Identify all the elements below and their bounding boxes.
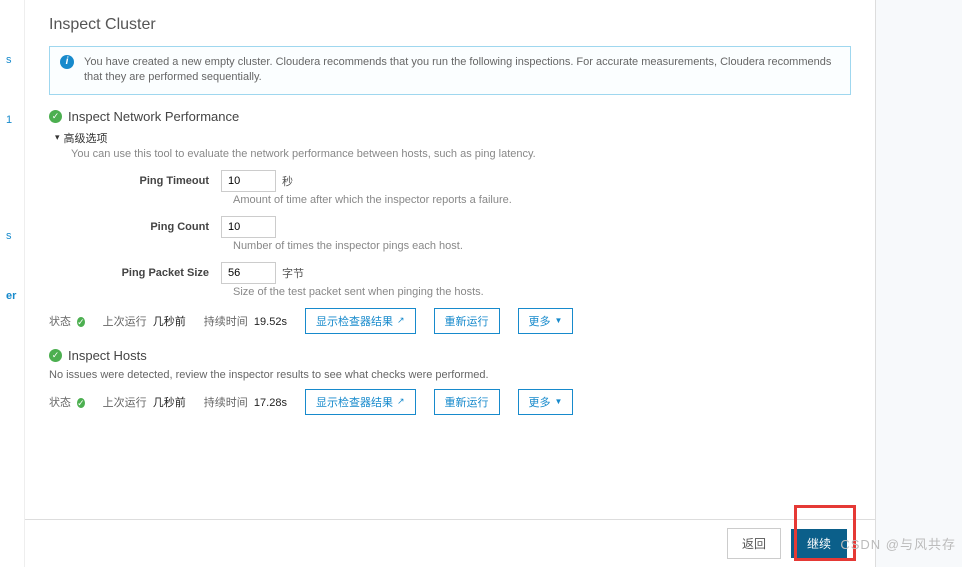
external-link-icon: ↗ xyxy=(397,396,405,407)
ping-timeout-label: Ping Timeout xyxy=(71,175,221,187)
section-hosts-label: Inspect Hosts xyxy=(68,348,147,363)
duration-label: 持续时间 xyxy=(204,397,248,409)
section-hosts-title: ✓ Inspect Hosts xyxy=(49,348,851,363)
status-label: 状态 xyxy=(49,316,71,328)
hosts-desc: No issues were detected, review the insp… xyxy=(49,369,851,381)
info-icon: i xyxy=(60,55,74,69)
check-icon: ✓ xyxy=(77,398,85,408)
info-box: i You have created a new empty cluster. … xyxy=(49,46,851,95)
more-button[interactable]: 更多▼ xyxy=(518,308,574,334)
ping-timeout-input[interactable] xyxy=(221,170,276,192)
continue-button[interactable]: 继续 xyxy=(791,529,847,558)
page-title: Inspect Cluster xyxy=(49,16,851,34)
footer-bar: 返回 继续 xyxy=(25,519,875,567)
ping-packet-unit: 字节 xyxy=(282,265,304,281)
main-panel: Inspect Cluster i You have created a new… xyxy=(25,0,876,567)
rail-item[interactable]: er xyxy=(0,288,24,304)
advanced-options-desc: You can use this tool to evaluate the ne… xyxy=(49,148,851,160)
check-icon: ✓ xyxy=(49,349,62,362)
caret-down-icon: ▼ xyxy=(555,316,563,325)
advanced-options-label: 高级选项 xyxy=(64,130,108,146)
check-icon: ✓ xyxy=(77,317,85,327)
rail-item[interactable]: s xyxy=(0,52,24,68)
last-run-label: 上次运行 xyxy=(103,397,147,409)
duration-value: 17.28s xyxy=(254,397,287,409)
external-link-icon: ↗ xyxy=(397,315,405,326)
rail-item[interactable]: 1 xyxy=(0,112,24,128)
ping-count-label: Ping Count xyxy=(71,221,221,233)
duration-label: 持续时间 xyxy=(204,316,248,328)
hosts-status-row: 状态 ✓ 上次运行 几秒前 持续时间 17.28s 显示检查器结果↗ 重新运行 … xyxy=(49,389,851,415)
section-network-label: Inspect Network Performance xyxy=(68,109,239,124)
ping-count-input[interactable] xyxy=(221,216,276,238)
show-results-button[interactable]: 显示检查器结果↗ xyxy=(305,308,416,334)
last-run-value: 几秒前 xyxy=(153,397,186,409)
section-network-title: ✓ Inspect Network Performance xyxy=(49,109,851,124)
ping-timeout-help: Amount of time after which the inspector… xyxy=(49,194,851,206)
ping-packet-input[interactable] xyxy=(221,262,276,284)
left-rail: s 1 s er xyxy=(0,0,25,567)
chevron-down-icon: ▾ xyxy=(55,132,60,143)
check-icon: ✓ xyxy=(49,110,62,123)
last-run-value: 几秒前 xyxy=(153,316,186,328)
caret-down-icon: ▼ xyxy=(555,397,563,406)
info-text: You have created a new empty cluster. Cl… xyxy=(84,55,840,86)
more-button[interactable]: 更多▼ xyxy=(518,389,574,415)
ping-timeout-unit: 秒 xyxy=(282,173,293,189)
ping-packet-help: Size of the test packet sent when pingin… xyxy=(49,286,851,298)
rail-item[interactable]: s xyxy=(0,228,24,244)
last-run-label: 上次运行 xyxy=(103,316,147,328)
back-button[interactable]: 返回 xyxy=(727,528,781,559)
duration-value: 19.52s xyxy=(254,316,287,328)
rerun-button[interactable]: 重新运行 xyxy=(434,389,500,415)
show-results-button[interactable]: 显示检查器结果↗ xyxy=(305,389,416,415)
network-status-row: 状态 ✓ 上次运行 几秒前 持续时间 19.52s 显示检查器结果↗ 重新运行 … xyxy=(49,308,851,334)
advanced-options-toggle[interactable]: ▾ 高级选项 xyxy=(49,130,851,146)
rerun-button[interactable]: 重新运行 xyxy=(434,308,500,334)
ping-packet-label: Ping Packet Size xyxy=(71,267,221,279)
ping-count-help: Number of times the inspector pings each… xyxy=(49,240,851,252)
status-label: 状态 xyxy=(49,397,71,409)
